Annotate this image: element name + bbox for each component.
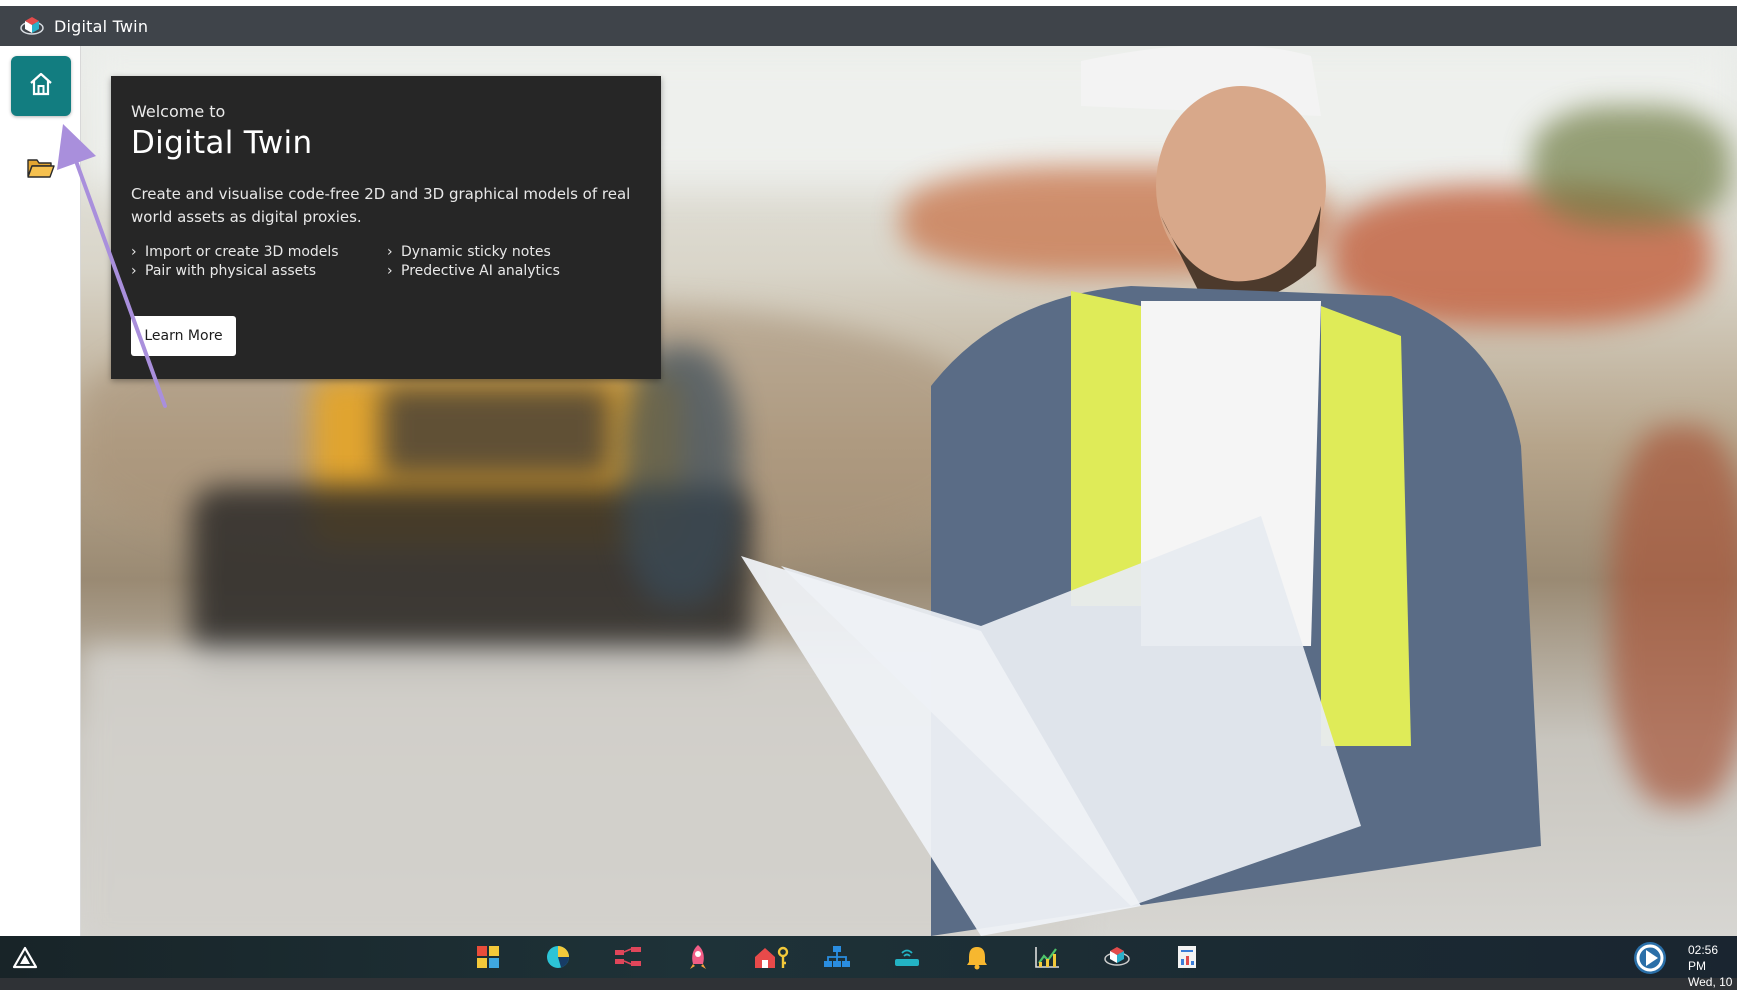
grid-apps-icon[interactable] <box>474 943 502 971</box>
bell-icon[interactable] <box>963 943 991 971</box>
welcome-card: Welcome to Digital Twin Create and visua… <box>111 76 661 379</box>
taskbar: 02:56 PM Wed, 10 <box>0 936 1737 989</box>
line-chart-icon[interactable] <box>1033 943 1061 971</box>
feature-label: Dynamic sticky notes <box>401 244 551 260</box>
feature-item: › Predective AI analytics <box>387 263 560 279</box>
sidebar-item-files[interactable] <box>20 150 62 190</box>
welcome-pre-title: Welcome to <box>131 102 226 121</box>
feature-label: Pair with physical assets <box>145 263 317 279</box>
feature-label: Predective AI analytics <box>401 263 560 279</box>
digital-twin-icon[interactable] <box>1103 943 1131 971</box>
clock-time: 02:56 PM <box>1688 943 1719 973</box>
feature-label: Import or create 3D models <box>145 244 339 260</box>
clock-date: Wed, 10 <box>1688 975 1733 989</box>
feature-item: › Dynamic sticky notes <box>387 244 551 260</box>
chevron-right-icon: › <box>387 263 393 279</box>
app-title-bar: Digital Twin <box>0 6 1737 46</box>
sidebar <box>0 46 81 936</box>
system-clock[interactable]: 02:56 PM Wed, 10 <box>1688 942 1737 990</box>
sidebar-item-home[interactable] <box>11 56 71 116</box>
report-icon[interactable] <box>1173 943 1201 971</box>
flow-icon[interactable] <box>614 943 642 971</box>
router-icon[interactable] <box>893 943 921 971</box>
start-menu-icon[interactable] <box>12 946 38 970</box>
app-title: Digital Twin <box>54 16 149 36</box>
home-icon <box>27 70 55 102</box>
feature-item: › Import or create 3D models <box>131 244 339 260</box>
chevron-right-icon: › <box>131 244 137 260</box>
org-chart-icon[interactable] <box>823 943 851 971</box>
digital-twin-logo-icon <box>18 12 46 40</box>
rocket-icon[interactable] <box>684 943 712 971</box>
feature-item: › Pair with physical assets <box>131 263 316 279</box>
learn-more-button[interactable]: Learn More <box>131 316 236 356</box>
chevron-right-icon: › <box>131 263 137 279</box>
pie-chart-icon[interactable] <box>544 943 572 971</box>
chevron-right-icon: › <box>387 244 393 260</box>
welcome-description: Create and visualise code-free 2D and 3D… <box>131 185 631 226</box>
folder-open-icon <box>26 156 56 184</box>
brand-logo-icon[interactable] <box>1632 940 1668 976</box>
welcome-title: Digital Twin <box>131 125 313 161</box>
home-key-icon[interactable] <box>752 943 792 971</box>
